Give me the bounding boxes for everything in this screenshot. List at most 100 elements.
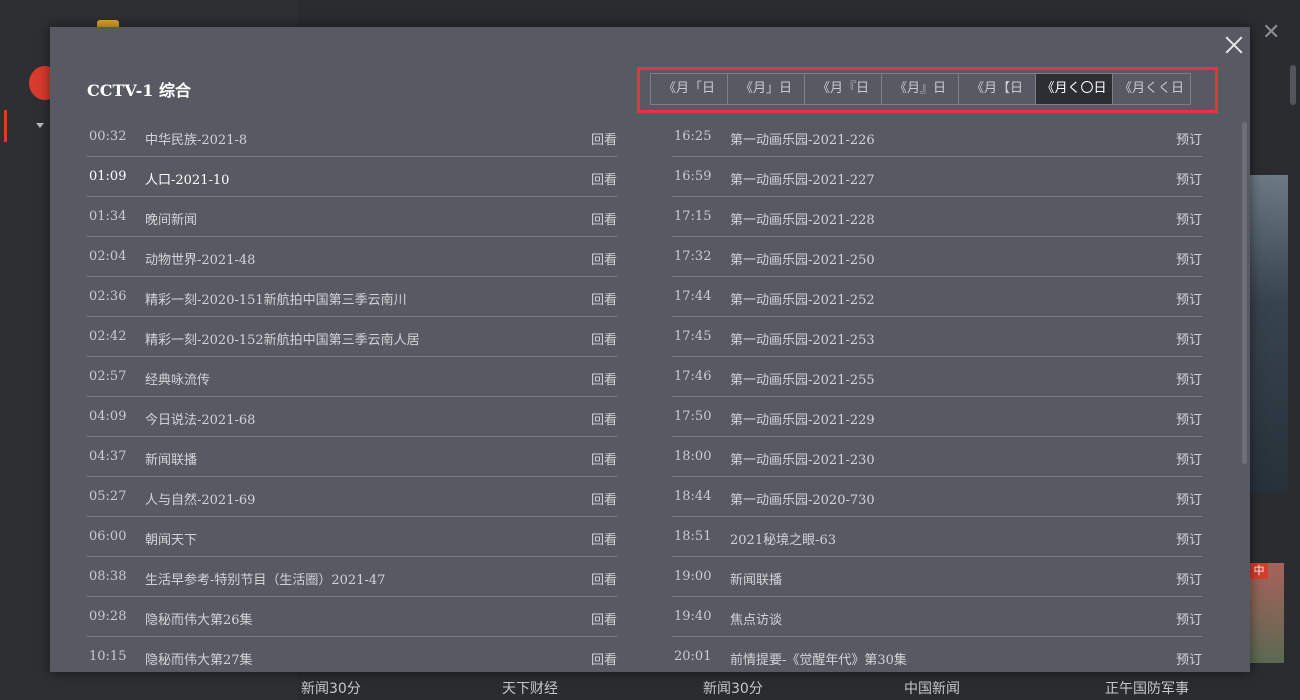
reserve-button[interactable]: 预订: [1176, 169, 1202, 188]
program-time: 17:44: [674, 289, 712, 304]
date-tab[interactable]: 《月「日: [651, 74, 728, 104]
program-row[interactable]: 01:34 晚间新闻 回看: [87, 197, 617, 237]
program-row[interactable]: 19:00 新闻联播 预订: [672, 557, 1202, 597]
program-title: 精彩一刻-2020-151新航拍中国第三季云南川: [145, 293, 407, 308]
bottom-link[interactable]: 天下财经: [502, 678, 558, 698]
reserve-button[interactable]: 预订: [1176, 649, 1202, 668]
reserve-button[interactable]: 预订: [1176, 329, 1202, 348]
replay-button[interactable]: 回看: [591, 129, 617, 148]
bottom-link[interactable]: 新闻30分: [301, 678, 361, 698]
program-time: 02:42: [89, 329, 127, 344]
date-tab[interactable]: 《月『日: [805, 74, 882, 104]
sidebar-active-indicator: [4, 110, 7, 142]
program-time: 10:15: [89, 649, 127, 664]
date-tab[interactable]: 《月くく日: [1113, 74, 1190, 104]
program-row[interactable]: 17:32 第一动画乐园-2021-250 预订: [672, 237, 1202, 277]
program-row-current[interactable]: 01:09 人口-2021-10 回看: [87, 157, 617, 197]
replay-button[interactable]: 回看: [591, 569, 617, 588]
reserve-button[interactable]: 预订: [1176, 529, 1202, 548]
replay-button[interactable]: 回看: [591, 449, 617, 468]
date-tab[interactable]: 《月』日: [882, 74, 959, 104]
close-icon[interactable]: [1220, 31, 1248, 59]
program-row[interactable]: 04:37 新闻联播 回看: [87, 437, 617, 477]
program-time: 08:38: [89, 569, 127, 584]
bottom-link[interactable]: 新闻30分: [703, 678, 763, 698]
program-time: 20:01: [674, 649, 712, 664]
modal-scrollbar[interactable]: [1242, 122, 1247, 464]
reserve-button[interactable]: 预订: [1176, 129, 1202, 148]
program-row[interactable]: 20:01 前情提要-《觉醒年代》第30集 预订: [672, 637, 1202, 672]
reserve-button[interactable]: 预订: [1176, 449, 1202, 468]
program-time: 02:04: [89, 249, 127, 264]
program-row[interactable]: 02:36 精彩一刻-2020-151新航拍中国第三季云南川 回看: [87, 277, 617, 317]
program-time: 18:44: [674, 489, 712, 504]
program-row[interactable]: 19:40 焦点访谈 预订: [672, 597, 1202, 637]
program-title: 中华民族-2021-8: [145, 133, 248, 148]
program-time: 05:27: [89, 489, 127, 504]
reserve-button[interactable]: 预订: [1176, 209, 1202, 228]
program-title: 人与自然-2021-69: [145, 493, 256, 508]
program-title: 生活早参考-特别节目（生活圈）2021-47: [145, 573, 386, 588]
program-row[interactable]: 04:09 今日说法-2021-68 回看: [87, 397, 617, 437]
program-row[interactable]: 08:38 生活早参考-特别节目（生活圈）2021-47 回看: [87, 557, 617, 597]
program-time: 16:59: [674, 169, 712, 184]
reserve-button[interactable]: 预订: [1176, 569, 1202, 588]
program-time: 17:46: [674, 369, 712, 384]
program-title: 经典咏流传: [145, 373, 211, 388]
reserve-button[interactable]: 预订: [1176, 249, 1202, 268]
program-row[interactable]: 05:27 人与自然-2021-69 回看: [87, 477, 617, 517]
date-tab[interactable]: 《月」日: [728, 74, 805, 104]
program-title: 焦点访谈: [730, 613, 783, 628]
reserve-button[interactable]: 预订: [1176, 289, 1202, 308]
program-row[interactable]: 17:46 第一动画乐园-2021-255 预订: [672, 357, 1202, 397]
reserve-button[interactable]: 预订: [1176, 369, 1202, 388]
window-close-icon[interactable]: ✕: [1262, 22, 1280, 44]
replay-button[interactable]: 回看: [591, 649, 617, 668]
background-hero-image: [1250, 175, 1288, 493]
program-row[interactable]: 17:50 第一动画乐园-2021-229 预订: [672, 397, 1202, 437]
program-title: 朝闻天下: [145, 533, 198, 548]
replay-button[interactable]: 回看: [591, 369, 617, 388]
program-row[interactable]: 09:28 隐秘而伟大第26集 回看: [87, 597, 617, 637]
replay-button[interactable]: 回看: [591, 409, 617, 428]
program-row[interactable]: 02:04 动物世界-2021-48 回看: [87, 237, 617, 277]
program-row[interactable]: 16:59 第一动画乐园-2021-227 预订: [672, 157, 1202, 197]
program-row[interactable]: 17:45 第一动画乐园-2021-253 预订: [672, 317, 1202, 357]
replay-button[interactable]: 回看: [591, 209, 617, 228]
program-time: 04:09: [89, 409, 127, 424]
program-row[interactable]: 00:32 中华民族-2021-8 回看: [87, 117, 617, 157]
date-tab-active[interactable]: 《月く〇日: [1036, 74, 1113, 104]
program-row[interactable]: 17:44 第一动画乐园-2021-252 预订: [672, 277, 1202, 317]
program-row[interactable]: 17:15 第一动画乐园-2021-228 预订: [672, 197, 1202, 237]
program-row[interactable]: 02:57 经典咏流传 回看: [87, 357, 617, 397]
program-time: 19:00: [674, 569, 712, 584]
program-row[interactable]: 18:00 第一动画乐园-2021-230 预订: [672, 437, 1202, 477]
date-tab[interactable]: 《月【日: [959, 74, 1036, 104]
replay-button[interactable]: 回看: [591, 169, 617, 188]
program-title: 第一动画乐园-2021-253: [730, 333, 875, 348]
replay-button[interactable]: 回看: [591, 329, 617, 348]
program-row[interactable]: 16:25 第一动画乐园-2021-226 预订: [672, 117, 1202, 157]
replay-button[interactable]: 回看: [591, 489, 617, 508]
page-scrollbar[interactable]: [1290, 65, 1296, 105]
program-row[interactable]: 06:00 朝闻天下 回看: [87, 517, 617, 557]
reserve-button[interactable]: 预订: [1176, 409, 1202, 428]
program-row[interactable]: 18:44 第一动画乐园-2020-730 预订: [672, 477, 1202, 517]
program-time: 17:45: [674, 329, 712, 344]
program-time: 02:36: [89, 289, 127, 304]
reserve-button[interactable]: 预订: [1176, 609, 1202, 628]
replay-button[interactable]: 回看: [591, 609, 617, 628]
program-row[interactable]: 10:15 隐秘而伟大第27集 回看: [87, 637, 617, 672]
program-title: 第一动画乐园-2021-228: [730, 213, 875, 228]
program-title: 新闻联播: [730, 573, 783, 588]
replay-button[interactable]: 回看: [591, 249, 617, 268]
program-time: 06:00: [89, 529, 127, 544]
reserve-button[interactable]: 预订: [1176, 489, 1202, 508]
program-row[interactable]: 18:51 2021秘境之眼-63 预订: [672, 517, 1202, 557]
replay-button[interactable]: 回看: [591, 289, 617, 308]
replay-button[interactable]: 回看: [591, 529, 617, 548]
program-row[interactable]: 02:42 精彩一刻-2020-152新航拍中国第三季云南人居 回看: [87, 317, 617, 357]
bottom-link[interactable]: 正午国防军事: [1105, 678, 1189, 698]
bottom-link[interactable]: 中国新闻: [904, 678, 960, 698]
program-time: 09:28: [89, 609, 127, 624]
